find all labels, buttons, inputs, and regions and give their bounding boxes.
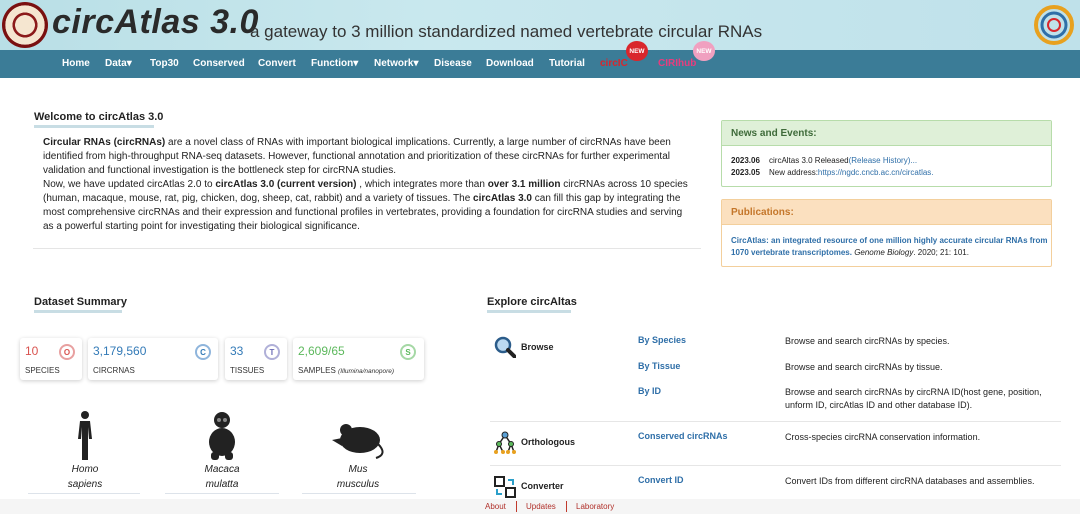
by-tissue-link[interactable]: By Tissue — [638, 361, 680, 371]
institute-logo-icon — [1034, 5, 1074, 45]
nav-circic[interactable]: circIC — [600, 58, 628, 69]
explore-title: Explore circAltas — [487, 296, 577, 313]
by-id-link[interactable]: By ID — [638, 386, 661, 396]
nav-top30[interactable]: Top30 — [150, 58, 179, 69]
circatlas-logo-icon[interactable] — [2, 2, 48, 48]
divider — [490, 421, 1061, 422]
nav-conserved[interactable]: Conserved — [193, 58, 245, 69]
nav-tutorial[interactable]: Tutorial — [549, 58, 585, 69]
welcome-text: Circular RNAs (circRNAs) are a novel cla… — [43, 137, 688, 232]
sample-icon: S — [400, 344, 416, 360]
stat-card-circrnas: 3,179,560 C CIRCRNAS — [88, 338, 218, 380]
publications-title: Publications: — [722, 200, 1051, 225]
macaque-silhouette-icon — [209, 412, 235, 460]
footer-laboratory-link[interactable]: Laboratory — [576, 502, 614, 511]
converter-label: Converter — [521, 481, 564, 491]
nav-disease[interactable]: Disease — [434, 58, 472, 69]
new-badge: NEW — [626, 41, 648, 61]
species-icon: O — [59, 344, 75, 360]
species-mouse[interactable]: Mus musculus — [313, 410, 403, 492]
publication-entry: CircAtlas: an integrated resource of one… — [731, 236, 1048, 257]
main-nav: Home Data▾ Top30 Conserved Convert Funct… — [0, 50, 1080, 78]
new-address-link[interactable]: https://ngdc.cncb.ac.cn/circatlas. — [818, 168, 934, 177]
human-silhouette-icon — [78, 411, 92, 460]
new-badge: NEW — [693, 41, 715, 61]
footer: About Updates Laboratory — [0, 499, 1080, 514]
mouse-silhouette-icon — [332, 424, 384, 459]
divider — [28, 493, 140, 494]
welcome-title: Welcome to circAtlas 3.0 — [34, 111, 163, 128]
footer-updates-link[interactable]: Updates — [526, 502, 556, 511]
conserved-circrnas-link[interactable]: Conserved circRNAs — [638, 431, 728, 441]
site-title: circAtlas 3.0 — [52, 3, 259, 41]
page: circAtlas 3.0 a gateway to 3 million sta… — [0, 0, 1080, 514]
tissue-icon: T — [264, 344, 280, 360]
divider — [516, 501, 517, 512]
divider — [566, 501, 567, 512]
dataset-summary-title: Dataset Summary — [34, 296, 127, 313]
nav-function[interactable]: Function▾ — [311, 58, 358, 69]
nav-data[interactable]: Data▾ — [105, 58, 132, 69]
circrna-icon: C — [195, 344, 211, 360]
caret-down-icon: ▾ — [413, 58, 419, 69]
convert-id-desc: Convert IDs from different circRNA datab… — [785, 476, 1035, 486]
nav-convert[interactable]: Convert — [258, 58, 296, 69]
magnifier-icon — [494, 336, 516, 358]
browse-label: Browse — [521, 342, 554, 352]
divider — [165, 493, 279, 494]
nav-home[interactable]: Home — [62, 58, 90, 69]
news-item: 2023.06 circAltas 3.0 Released(Release Hi… — [731, 156, 918, 165]
caret-down-icon: ▾ — [126, 58, 132, 69]
conserved-desc: Cross-species circRNA conservation infor… — [785, 432, 981, 442]
divider — [302, 493, 416, 494]
nav-cirihub[interactable]: CIRIhub — [658, 58, 696, 69]
publications-panel: Publications: CircAtlas: an integrated r… — [721, 199, 1052, 267]
by-id-desc: Browse and search circRNAs by circRNA ID… — [785, 387, 1042, 410]
by-tissue-desc: Browse and search circRNAs by tissue. — [785, 362, 943, 372]
by-species-desc: Browse and search circRNAs by species. — [785, 336, 950, 346]
convert-id-link[interactable]: Convert ID — [638, 475, 684, 485]
divider — [33, 248, 701, 249]
divider — [490, 465, 1061, 466]
tree-network-icon — [494, 431, 516, 454]
orthologous-label: Orthologous — [521, 437, 575, 447]
news-panel: News and Events: 2023.06 circAltas 3.0 Re… — [721, 120, 1052, 187]
site-tagline: a gateway to 3 million standardized name… — [250, 22, 763, 41]
stat-card-tissues: 33 T TISSUES — [225, 338, 287, 380]
by-species-link[interactable]: By Species — [638, 335, 686, 345]
species-human[interactable]: Homo sapiens — [40, 410, 130, 492]
caret-down-icon: ▾ — [353, 58, 359, 69]
nav-download[interactable]: Download — [486, 58, 534, 69]
stat-card-species: 10 O SPECIES — [20, 338, 82, 380]
news-title: News and Events: — [722, 121, 1051, 146]
footer-about-link[interactable]: About — [485, 502, 506, 511]
species-macaque[interactable]: Macaca mulatta — [177, 410, 267, 492]
site-header: circAtlas 3.0 a gateway to 3 million sta… — [0, 0, 1080, 50]
release-history-link[interactable]: (Release History)... — [849, 156, 917, 165]
news-item: 2023.05 New address:https://ngdc.cncb.ac.… — [731, 168, 934, 177]
stat-card-samples: 2,609/65 S SAMPLES (Illumina/nanopore) — [293, 338, 424, 380]
converter-icon — [494, 476, 516, 498]
nav-network[interactable]: Network▾ — [374, 58, 418, 69]
